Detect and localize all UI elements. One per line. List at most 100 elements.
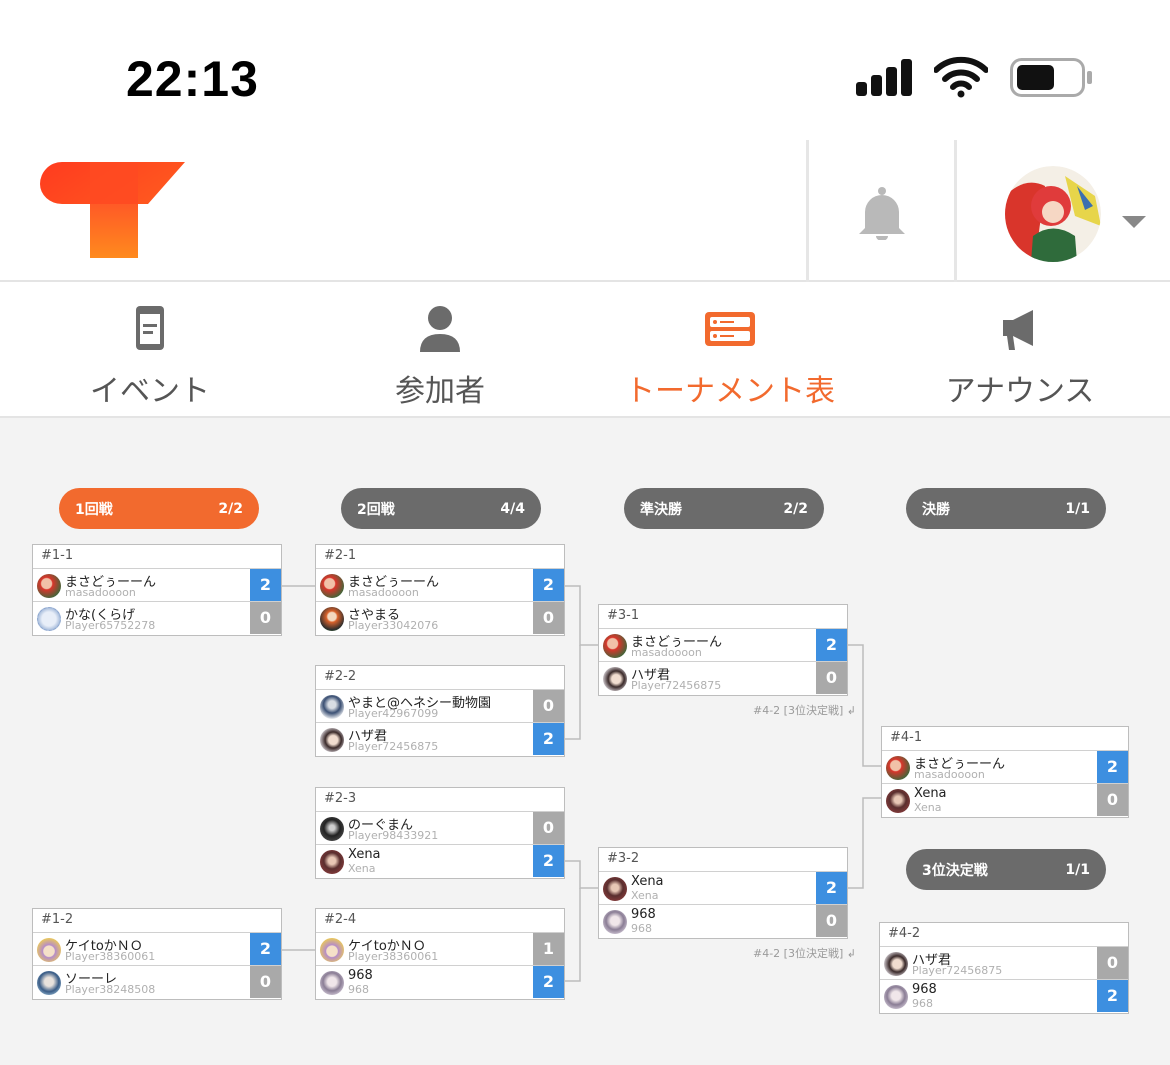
player-row[interactable]: Xena Xena 0 (882, 784, 1128, 817)
third-place-link[interactable]: #4-2 [3位決定戦] ↲ (753, 945, 856, 961)
player-name: 968 (348, 968, 373, 983)
player-handle: masadoooon (348, 586, 419, 599)
tab-bar: イベント 参加者 トーナメント表 アナウンス (0, 284, 1170, 418)
player-row[interactable]: ケイtoかＮＯ Player38360061 1 (316, 933, 564, 966)
document-icon (136, 306, 164, 350)
tab-label: イベント (90, 374, 210, 409)
player-handle: Player98433921 (348, 829, 439, 842)
match-card[interactable]: #4-2 ハザ君 Player72456875 0 968 968 2 (879, 922, 1129, 1014)
match-card[interactable]: #1-2 ケイtoかＮＯ Player38360061 2 ソーーレ Playe… (32, 908, 282, 1000)
player-avatar (886, 756, 910, 780)
player-handle: Player72456875 (631, 679, 722, 692)
player-row[interactable]: Xena Xena 2 (316, 845, 564, 878)
player-avatar (37, 574, 61, 598)
round-header-third-place[interactable]: 3位決定戦 1/1 (906, 849, 1106, 890)
tab-announce[interactable]: アナウンス (874, 284, 1166, 416)
player-avatar (37, 938, 61, 962)
player-avatar (320, 728, 344, 752)
player-row[interactable]: やまと@ヘネシー動物園 Player42967099 0 (316, 690, 564, 723)
player-name: 968 (631, 907, 656, 922)
match-id: #4-2 (880, 923, 1128, 947)
player-score: 2 (250, 933, 281, 965)
round-progress: 1/1 (1065, 500, 1090, 517)
player-row[interactable]: まさどぅーーん masadoooon 2 (33, 569, 281, 602)
user-avatar[interactable] (1005, 166, 1101, 262)
match-id: #2-2 (316, 666, 564, 690)
player-score: 0 (250, 602, 281, 634)
match-id: #4-1 (882, 727, 1128, 751)
round-header-2[interactable]: 2回戦 4/4 (341, 488, 541, 529)
player-row[interactable]: 968 968 2 (880, 980, 1128, 1013)
player-handle: Player72456875 (912, 964, 1003, 977)
chevron-down-icon[interactable] (1122, 216, 1146, 228)
match-card[interactable]: #2-1 まさどぅーーん masadoooon 2 さやまる Player330… (315, 544, 565, 636)
player-row[interactable]: まさどぅーーん masadoooon 2 (316, 569, 564, 602)
header-divider (954, 140, 957, 282)
player-row[interactable]: ソーーレ Player38248508 0 (33, 966, 281, 999)
header-divider (806, 140, 809, 282)
player-score: 0 (816, 905, 847, 937)
player-row[interactable]: さやまる Player33042076 0 (316, 602, 564, 635)
round-progress: 4/4 (500, 500, 525, 517)
person-icon (420, 306, 460, 352)
player-row[interactable]: ハザ君 Player72456875 2 (316, 723, 564, 756)
app-logo[interactable] (40, 162, 190, 262)
player-avatar (884, 952, 908, 976)
match-card[interactable]: #3-2 Xena Xena 2 968 968 0 (598, 847, 848, 939)
match-card[interactable]: #3-1 まさどぅーーん masadoooon 2 ハザ君 Player7245… (598, 604, 848, 696)
player-handle: Xena (914, 801, 942, 814)
round-progress: 2/2 (783, 500, 808, 517)
player-handle: Player65752278 (65, 619, 156, 632)
player-row[interactable]: ハザ君 Player72456875 0 (599, 662, 847, 695)
player-avatar (320, 574, 344, 598)
round-name: 2回戦 (357, 501, 395, 518)
notification-bell-icon[interactable] (855, 186, 909, 240)
player-row[interactable]: かな(くらげ Player65752278 0 (33, 602, 281, 635)
match-card[interactable]: #1-1 まさどぅーーん masadoooon 2 かな(くらげ Player6… (32, 544, 282, 636)
player-score: 1 (533, 933, 564, 965)
tab-tournament[interactable]: トーナメント表 (584, 284, 876, 416)
cellular-signal-icon (856, 58, 916, 96)
player-handle: Player38360061 (348, 950, 439, 963)
player-row[interactable]: ハザ君 Player72456875 0 (880, 947, 1128, 980)
player-row[interactable]: 968 968 0 (599, 905, 847, 938)
third-place-link[interactable]: #4-2 [3位決定戦] ↲ (753, 702, 856, 718)
player-score: 2 (1097, 751, 1128, 783)
player-handle: masadoooon (914, 768, 985, 781)
player-avatar (320, 695, 344, 719)
round-header-final[interactable]: 決勝 1/1 (906, 488, 1106, 529)
round-progress: 1/1 (1065, 861, 1090, 878)
player-score: 2 (533, 845, 564, 877)
match-card[interactable]: #2-3 のーぐまん Player98433921 0 Xena Xena 2 (315, 787, 565, 879)
player-handle: Player38248508 (65, 983, 156, 996)
player-row[interactable]: まさどぅーーん masadoooon 2 (882, 751, 1128, 784)
player-avatar (320, 938, 344, 962)
player-row[interactable]: Xena Xena 2 (599, 872, 847, 905)
player-score: 0 (533, 690, 564, 722)
round-name: 3位決定戦 (922, 862, 988, 879)
tournament-bracket: 1回戦 2/2 2回戦 4/4 準決勝 2/2 決勝 1/1 3位決定戦 1/1… (0, 418, 1170, 1065)
round-header-1[interactable]: 1回戦 2/2 (59, 488, 259, 529)
match-id: #3-2 (599, 848, 847, 872)
player-score: 0 (533, 812, 564, 844)
match-card[interactable]: #2-2 やまと@ヘネシー動物園 Player42967099 0 ハザ君 Pl… (315, 665, 565, 757)
player-row[interactable]: ケイtoかＮＯ Player38360061 2 (33, 933, 281, 966)
match-card[interactable]: #4-1 まさどぅーーん masadoooon 2 Xena Xena 0 (881, 726, 1129, 818)
player-handle: masadoooon (631, 646, 702, 659)
tab-event[interactable]: イベント (4, 284, 296, 416)
match-card[interactable]: #2-4 ケイtoかＮＯ Player38360061 1 968 968 2 (315, 908, 565, 1000)
player-row[interactable]: のーぐまん Player98433921 0 (316, 812, 564, 845)
round-name: 準決勝 (640, 501, 682, 518)
round-name: 1回戦 (75, 501, 113, 518)
player-handle: Player42967099 (348, 707, 439, 720)
player-row[interactable]: まさどぅーーん masadoooon 2 (599, 629, 847, 662)
tab-participants[interactable]: 参加者 (294, 284, 586, 416)
player-avatar (320, 817, 344, 841)
match-id: #1-2 (33, 909, 281, 933)
player-handle: 968 (631, 922, 652, 935)
player-score: 0 (533, 602, 564, 634)
player-handle: Xena (631, 889, 659, 902)
player-handle: 968 (348, 983, 369, 996)
player-row[interactable]: 968 968 2 (316, 966, 564, 999)
round-header-semifinal[interactable]: 準決勝 2/2 (624, 488, 824, 529)
